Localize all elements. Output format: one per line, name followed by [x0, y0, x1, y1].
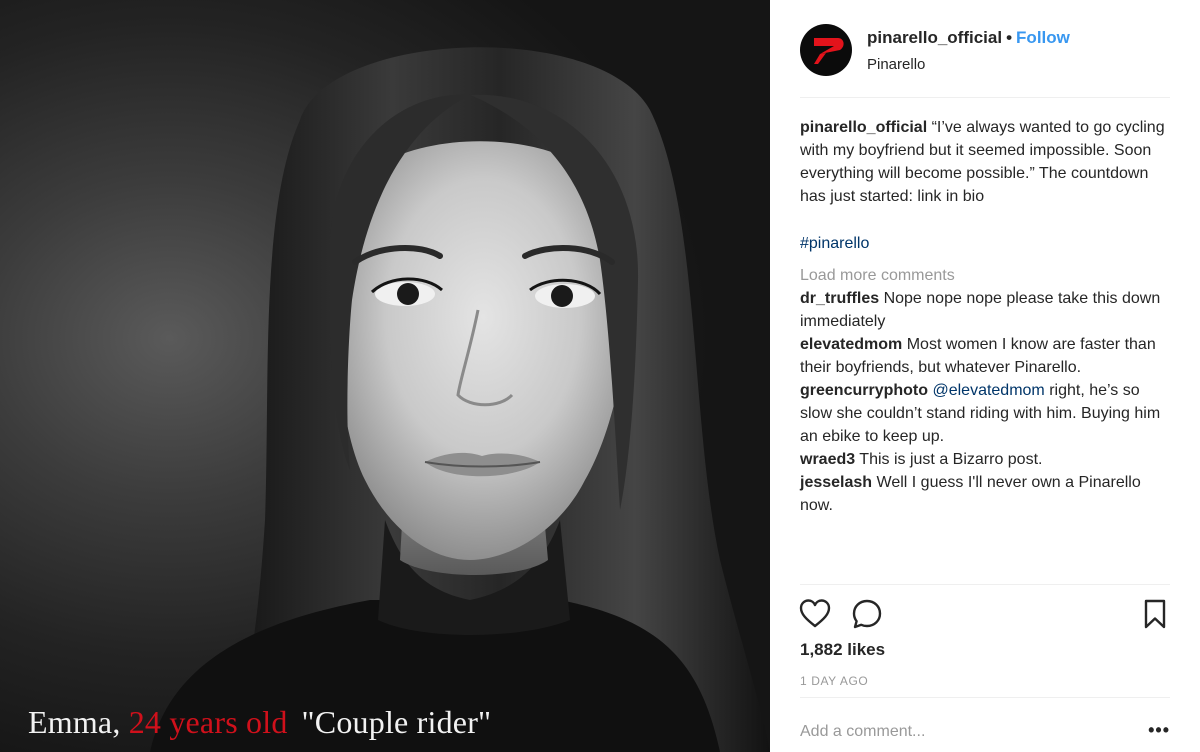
post-caption: pinarello_official “I’ve always wanted t… [800, 116, 1170, 208]
comment-item: wraed3 This is just a Bizarro post. [800, 448, 1170, 471]
comment-item: jesselash Well I guess I'll never own a … [800, 471, 1170, 517]
follow-button[interactable]: Follow [1016, 28, 1070, 47]
instagram-post: Emma, 24 years old "Couple rider" pinarel… [0, 0, 1200, 752]
bookmark-icon[interactable] [1138, 597, 1172, 631]
header-dot: • [1006, 28, 1013, 47]
comment-mention[interactable]: @elevatedmom [932, 382, 1044, 399]
action-bar [798, 584, 1172, 636]
add-comment-bar: ••• [800, 697, 1170, 752]
header-user-line: pinarello_official • Follow [867, 28, 1070, 48]
comment-user[interactable]: greencurryphoto [800, 382, 928, 399]
comment-item: elevatedmom Most women I know are faster… [800, 333, 1170, 379]
caption-age: 24 years old [128, 704, 288, 740]
caption-name: Emma, [28, 704, 121, 740]
comment-user[interactable]: elevatedmom [800, 336, 902, 353]
comment-item: greencurryphoto @elevatedmom right, he’s… [800, 379, 1170, 448]
more-options-icon[interactable]: ••• [1148, 721, 1170, 739]
heart-icon[interactable] [798, 597, 832, 631]
comments-section: pinarello_official “I’ve always wanted t… [800, 116, 1170, 517]
post-timestamp: 1 DAY AGO [800, 674, 869, 688]
load-more-comments-button[interactable]: Load more comments [800, 264, 1170, 287]
comment-user[interactable]: wraed3 [800, 451, 855, 468]
header-location[interactable]: Pinarello [867, 56, 925, 73]
comment-user[interactable]: jesselash [800, 474, 872, 491]
portrait-image [150, 47, 770, 752]
header-username[interactable]: pinarello_official [867, 28, 1002, 47]
comment-bubble-icon[interactable] [850, 597, 884, 631]
post-author[interactable]: pinarello_official [800, 119, 927, 136]
comment-text: This is just a Bizarro post. [859, 451, 1043, 468]
likes-count[interactable]: 1,882 likes [800, 640, 885, 660]
post-side-panel: pinarello_official • Follow Pinarello pina… [770, 0, 1200, 752]
photo-caption: Emma, 24 years old "Couple rider" [28, 704, 491, 741]
comment-user[interactable]: dr_truffles [800, 290, 879, 307]
post-header: pinarello_official • Follow Pinarello [800, 22, 1170, 98]
post-photo[interactable]: Emma, 24 years old "Couple rider" [0, 0, 770, 752]
caption-label: "Couple rider" [301, 704, 492, 740]
post-hashtag[interactable]: #pinarello [800, 232, 1170, 255]
comment-item: dr_truffles Nope nope nope please take t… [800, 287, 1170, 333]
add-comment-input[interactable] [800, 720, 1120, 744]
pinarello-logo-icon[interactable] [800, 24, 852, 76]
